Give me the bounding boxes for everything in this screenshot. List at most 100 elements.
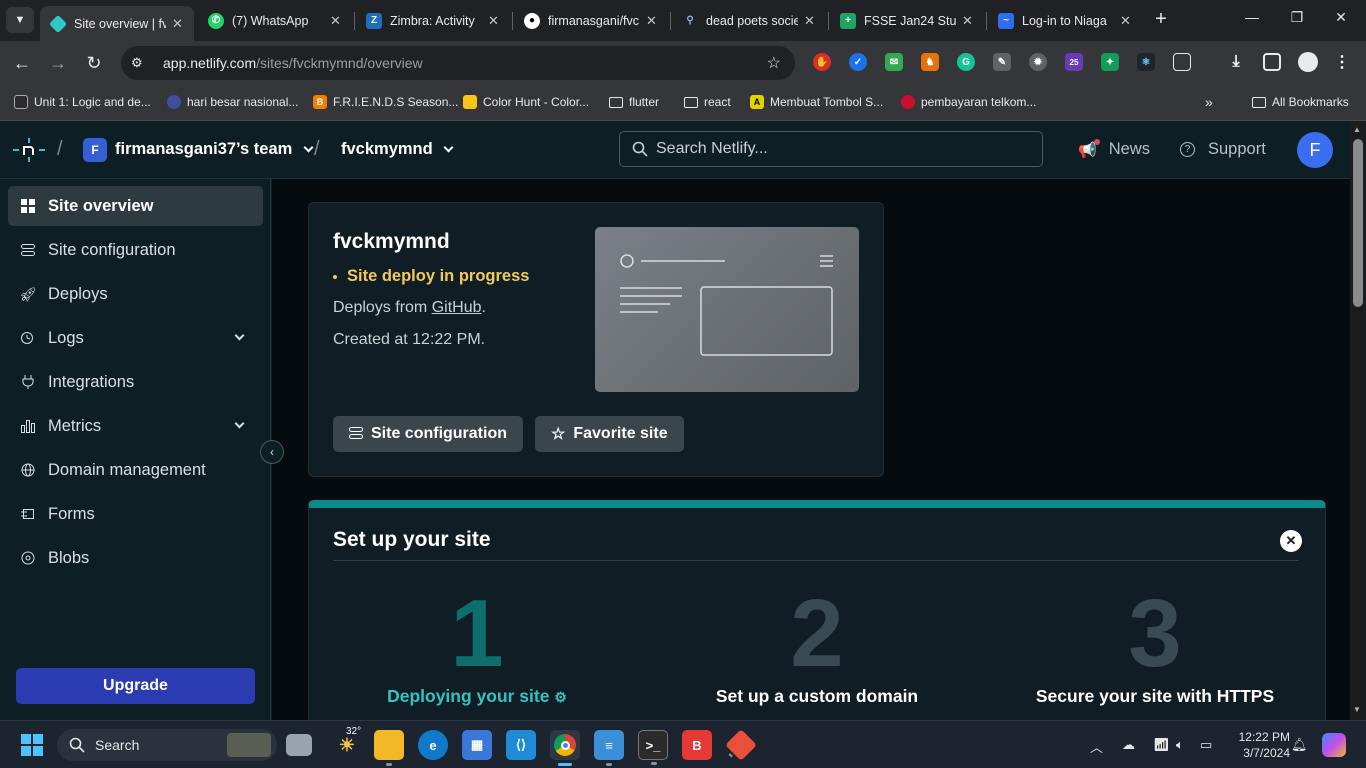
sidebar-item-deploys[interactable]: 🚀︎ Deploys <box>8 274 263 314</box>
team-switcher[interactable]: firmanasgani37’s team <box>115 140 314 159</box>
address-bar[interactable]: ⚙ app.netlify.com/sites/fvckmymnd/overvi… <box>121 46 795 80</box>
site-switcher[interactable]: fvckmymnd <box>341 140 454 159</box>
bookmark-item[interactable]: B F.R.I.E.N.D.S Season... <box>313 93 458 111</box>
sidebar-item-domain-management[interactable]: Domain management <box>8 450 263 490</box>
tab-whatsapp[interactable]: ✆ (7) WhatsApp ✕ <box>198 6 352 35</box>
sidebar-item-site-configuration[interactable]: Site configuration <box>8 230 263 270</box>
upgrade-button[interactable]: Upgrade <box>16 668 255 704</box>
sidebar-item-metrics[interactable]: Metrics <box>8 406 263 446</box>
git-icon[interactable] <box>725 729 757 761</box>
tab-github[interactable]: ● firmanasgani/fvc ✕ <box>514 6 668 35</box>
volume-icon[interactable]: 🔈︎ <box>1176 737 1184 753</box>
weather-widget-icon[interactable]: ☀ 32° <box>332 726 362 760</box>
bookmark-folder-flutter[interactable]: flutter <box>609 93 659 111</box>
scroll-up-icon[interactable]: ▲ <box>1353 125 1361 134</box>
forward-icon[interactable]: → <box>47 52 69 74</box>
extensions-puzzle-icon[interactable] <box>1173 53 1191 71</box>
news-link[interactable]: 📢 News <box>1078 138 1150 159</box>
support-link[interactable]: ? Support <box>1180 140 1266 159</box>
sidebar-item-integrations[interactable]: Integrations <box>8 362 263 402</box>
close-icon[interactable]: ✕ <box>330 13 342 29</box>
edge-browser-icon[interactable]: e <box>418 730 448 760</box>
back-icon[interactable]: ← <box>11 52 33 74</box>
tab-sheets[interactable]: + FSSE Jan24 Stud ✕ <box>830 6 984 35</box>
side-panel-icon[interactable] <box>1263 53 1281 71</box>
ninja-extension-icon[interactable]: ✦ <box>1101 53 1119 71</box>
eyedropper-extension-icon[interactable]: ✎ <box>993 53 1011 71</box>
copilot-icon[interactable] <box>1322 733 1346 757</box>
tab-search-button[interactable]: ▼ <box>6 7 34 33</box>
system-clock[interactable]: 12:22 PM 3/7/2024 <box>1226 729 1290 761</box>
profile-avatar[interactable] <box>1298 52 1318 72</box>
dismiss-close-icon[interactable]: ✕ <box>1280 530 1302 552</box>
fox-extension-icon[interactable]: ♞ <box>921 53 939 71</box>
react-devtools-icon[interactable]: ⚛ <box>1137 53 1155 71</box>
netlify-logo-icon[interactable] <box>12 137 46 163</box>
favorite-site-button[interactable]: ☆ Favorite site <box>535 416 684 452</box>
sidebar-item-logs[interactable]: Logs <box>8 318 263 358</box>
team-avatar[interactable]: F <box>83 138 107 162</box>
terminal-icon[interactable]: >_ <box>638 730 668 765</box>
setup-step-https[interactable]: 3 Secure your site with HTTPS <box>987 586 1323 707</box>
collapse-sidebar-button[interactable]: ‹ <box>260 440 284 464</box>
close-icon[interactable]: ✕ <box>646 13 658 29</box>
close-icon[interactable]: ✕ <box>962 13 974 29</box>
tray-chevron-up-icon[interactable]: ︿ <box>1090 737 1103 756</box>
scroll-down-icon[interactable]: ▼ <box>1353 705 1361 714</box>
chrome-icon[interactable] <box>550 730 580 766</box>
battery-icon[interactable]: ▭ <box>1200 737 1212 753</box>
site-info-icon[interactable]: ⚙ <box>131 55 155 71</box>
task-view-icon[interactable] <box>286 734 312 756</box>
url-text[interactable]: app.netlify.com/sites/fvckmymnd/overview <box>163 55 423 71</box>
search-input[interactable]: Search Netlify... <box>619 131 1043 167</box>
user-avatar[interactable]: F <box>1297 132 1333 168</box>
close-icon[interactable]: ✕ <box>488 13 500 29</box>
site-preview-thumbnail[interactable] <box>595 227 859 392</box>
reload-icon[interactable]: ↻ <box>83 52 105 74</box>
tray-cloud-icon[interactable]: ☁ <box>1122 737 1135 753</box>
sidebar-item-forms[interactable]: Forms <box>8 494 263 534</box>
restore-icon[interactable]: ❐ <box>1287 9 1307 26</box>
sidebar-item-blobs[interactable]: Blobs <box>8 538 263 578</box>
sidebar-item-site-overview[interactable]: Site overview <box>8 186 263 226</box>
bookmark-item[interactable]: Color Hunt - Color... <box>463 93 589 111</box>
tab-site-overview[interactable]: Site overview | fv ✕ <box>40 6 194 41</box>
tab-search-results[interactable]: ⚲ dead poets socie ✕ <box>672 6 826 35</box>
tab-zimbra[interactable]: Z Zimbra: Activity ✕ <box>356 6 510 35</box>
github-link[interactable]: GitHub <box>432 299 482 316</box>
download-icon[interactable]: ⤓ <box>1227 53 1245 71</box>
setup-step-deploy[interactable]: 1 Deploying your site ⚙ <box>309 586 645 707</box>
close-icon[interactable]: ✕ <box>804 13 816 29</box>
notification-bell-icon[interactable]: 🔔︎ <box>1291 737 1308 753</box>
all-bookmarks-folder[interactable]: All Bookmarks <box>1252 93 1349 111</box>
window-close-icon[interactable]: ✕ <box>1331 9 1351 26</box>
windows-start-icon[interactable] <box>21 734 43 756</box>
store-icon[interactable]: ▦ <box>462 730 492 760</box>
wifi-icon[interactable]: 📶︎ <box>1153 737 1170 753</box>
shield-extension-icon[interactable]: ✓ <box>849 53 867 71</box>
vscode-icon[interactable]: ⟨⟩ <box>506 730 536 760</box>
settings-extension-icon[interactable]: ✹ <box>1029 53 1047 71</box>
bookmark-item[interactable]: A Membuat Tombol S... <box>750 93 883 111</box>
close-icon[interactable]: ✕ <box>172 16 184 32</box>
bookmark-item[interactable]: pembayaran telkom... <box>901 93 1036 111</box>
page-scrollbar[interactable]: ▲ ▼ <box>1350 121 1366 720</box>
brave-b-icon[interactable]: B <box>682 730 712 760</box>
notepad-icon[interactable]: ≡ <box>594 730 624 766</box>
tab-niaga[interactable]: ~ Log-in to Niaga ✕ <box>988 6 1142 35</box>
setup-step-domain[interactable]: 2 Set up a custom domain <box>649 586 985 707</box>
grammarly-extension-icon[interactable]: G <box>957 53 975 71</box>
adblock-extension-icon[interactable]: ✋ <box>813 53 831 71</box>
minimize-icon[interactable]: — <box>1242 9 1262 25</box>
close-icon[interactable]: ✕ <box>1120 13 1132 29</box>
scroll-thumb[interactable] <box>1353 139 1363 307</box>
bookmark-folder-react[interactable]: react <box>684 93 731 111</box>
mail-extension-icon[interactable]: ✉ <box>885 53 903 71</box>
site-configuration-button[interactable]: Site configuration <box>333 416 523 452</box>
file-explorer-icon[interactable] <box>374 730 404 766</box>
bookmarks-overflow-icon[interactable]: » <box>1205 93 1213 111</box>
bookmark-item[interactable]: hari besar nasional... <box>167 93 298 111</box>
bookmark-star-icon[interactable]: ☆ <box>767 53 781 73</box>
more-menu-icon[interactable]: ⋮ <box>1333 53 1351 71</box>
new-tab-button[interactable]: + <box>1150 8 1172 32</box>
